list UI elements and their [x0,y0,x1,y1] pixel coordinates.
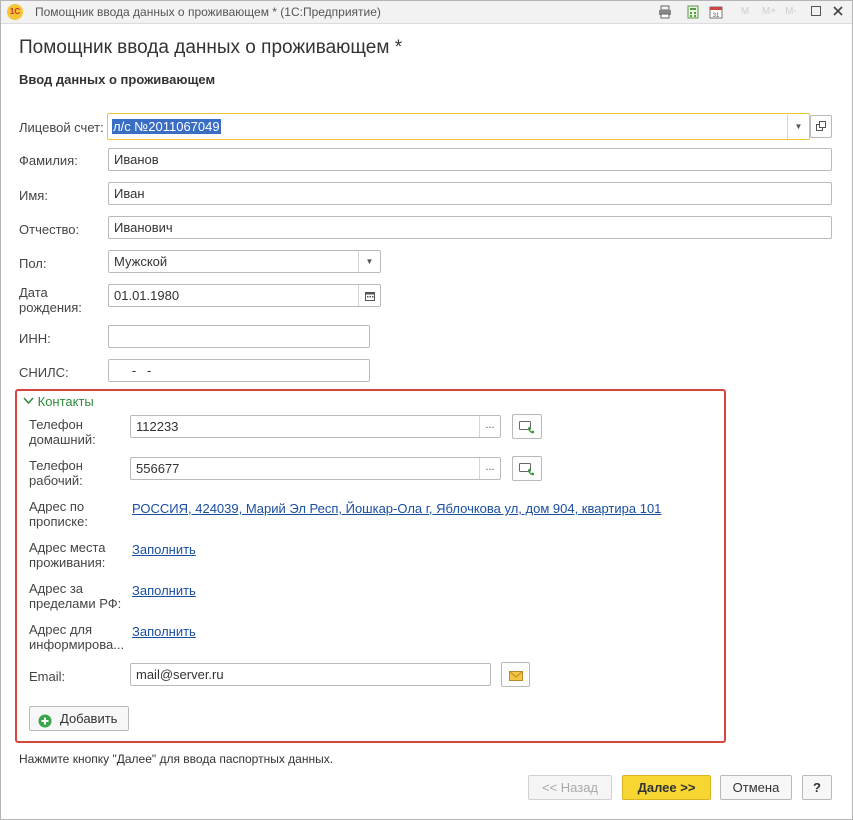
add-contact-button-label: Добавить [60,711,118,726]
open-account-button[interactable] [810,115,832,138]
memory-mminus-icon: M- [785,6,797,17]
home-phone-label: Телефон домашний: [29,417,96,447]
svg-text:31: 31 [713,13,720,19]
abroad-address-label-line1: Адрес за [29,581,84,596]
window-title: Помощник ввода данных о проживающем * (1… [35,5,381,19]
more-options-icon[interactable]: ... [479,416,500,437]
work-phone-field[interactable]: 556677 ... [130,457,501,480]
envelope-icon [508,667,523,682]
chevron-down-icon [23,394,38,409]
reg-address-label-line2: прописке: [29,514,88,529]
snils-field[interactable]: - - [108,359,370,382]
info-address-label: Адрес для информирова... [29,622,124,652]
account-field[interactable]: л/с №2011067049 ▼ [107,113,810,140]
last-name-field[interactable]: Иванов [108,148,832,171]
snils-label: СНИЛС: [19,365,69,380]
restore-icon[interactable] [809,5,823,19]
abroad-address-fill-link[interactable]: Заполнить [132,583,196,598]
calendar-icon[interactable] [358,285,380,306]
live-address-fill-link[interactable]: Заполнить [132,542,196,557]
next-button[interactable]: Далее >> [622,775,711,800]
phone-call-icon [519,461,535,476]
calendar-icon[interactable]: 31 [709,5,723,19]
open-external-icon [816,119,826,134]
add-circle-icon [38,712,52,735]
back-button[interactable]: << Назад [528,775,612,800]
email-label: Email: [29,669,66,684]
gender-label: Пол: [19,256,47,271]
birth-date-value: 01.01.1980 [114,288,180,303]
phone-call-icon [519,419,535,434]
account-value: л/с №2011067049 [112,119,221,134]
birth-date-label-line1: Дата [19,285,48,300]
send-email-button[interactable] [501,662,530,687]
inn-label: ИНН: [19,331,51,346]
help-button[interactable]: ? [802,775,832,800]
work-phone-label-line1: Телефон [29,458,83,473]
call-work-phone-button[interactable] [512,456,542,481]
work-phone-value: 556677 [136,461,180,476]
more-options-icon[interactable]: ... [479,458,500,479]
print-icon[interactable] [658,5,672,19]
abroad-address-label-line2: пределами РФ: [29,596,122,611]
live-address-label-line2: проживания: [29,555,106,570]
inn-field[interactable] [108,325,370,348]
cancel-button[interactable]: Отмена [720,775,792,800]
home-phone-value: 112233 [136,419,179,434]
info-address-fill-link[interactable]: Заполнить [132,624,196,639]
assistant-window: 1С Помощник ввода данных о проживающем *… [0,0,853,820]
account-label: Лицевой счет: [19,120,104,135]
live-address-label-line1: Адрес места [29,540,106,555]
middle-name-label: Отчество: [19,222,80,237]
birth-date-label: Дата рождения: [19,285,82,315]
memory-m-icon: M [740,6,750,17]
chevron-down-icon[interactable]: ▼ [787,114,809,139]
live-address-label: Адрес места проживания: [29,540,106,570]
middle-name-field[interactable]: Иванович [108,216,832,239]
form-title: Помощник ввода данных о проживающем * [19,37,403,58]
close-icon[interactable] [831,5,845,19]
birth-date-label-line2: рождения: [19,300,82,315]
gender-field[interactable]: Мужской ▼ [108,250,381,273]
birth-date-field[interactable]: 01.01.1980 [108,284,381,307]
home-phone-label-line2: домашний: [29,432,96,447]
call-home-phone-button[interactable] [512,414,542,439]
memory-mplus-icon: M+ [761,6,777,17]
add-contact-button[interactable]: Добавить [29,706,129,731]
first-name-label: Имя: [19,188,48,203]
work-phone-label-line2: рабочий: [29,473,83,488]
gender-value: Мужской [114,254,168,269]
contacts-group [15,389,726,743]
footer-hint: Нажмите кнопку "Далее" для ввода паспорт… [19,752,334,766]
work-phone-label: Телефон рабочий: [29,458,83,488]
app-logo-icon[interactable]: 1С [7,4,23,20]
home-phone-field[interactable]: 112233 ... [130,415,501,438]
first-name-field[interactable]: Иван [108,182,832,205]
contacts-group-header[interactable]: Контакты [23,394,94,409]
email-field[interactable]: mail@server.ru [130,663,491,686]
info-address-label-line1: Адрес для [29,622,93,637]
contacts-group-title: Контакты [37,394,94,409]
home-phone-label-line1: Телефон [29,417,83,432]
reg-address-link[interactable]: РОССИЯ, 424039, Марий Эл Респ, Йошкар-Ол… [132,501,661,516]
reg-address-label-line1: Адрес по [29,499,85,514]
form-subtitle: Ввод данных о проживающем [19,72,216,87]
last-name-label: Фамилия: [19,153,78,168]
title-bar: 1С Помощник ввода данных о проживающем *… [1,1,852,24]
calculator-icon[interactable] [686,5,700,19]
reg-address-label: Адрес по прописке: [29,499,88,529]
abroad-address-label: Адрес за пределами РФ: [29,581,121,611]
chevron-down-icon[interactable]: ▼ [358,251,380,272]
info-address-label-line2: информирова... [29,637,125,652]
